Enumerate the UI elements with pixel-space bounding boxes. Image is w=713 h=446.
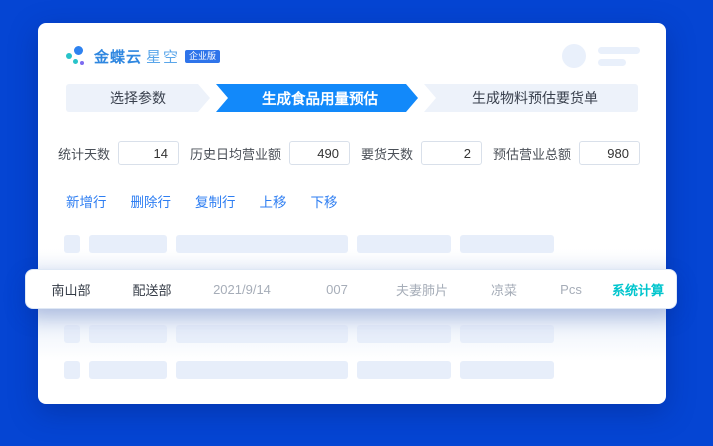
field-est-revenue: 预估营业总额 bbox=[493, 141, 640, 165]
step-label: 选择参数 bbox=[110, 88, 166, 108]
field-stat-days: 统计天数 bbox=[58, 141, 179, 165]
stat-days-label: 统计天数 bbox=[58, 144, 110, 163]
app-card: 金蝶云 星空 企业版 选择参数 生成食品用量预估 生成物料预估要货单 bbox=[38, 23, 666, 404]
delete-row-button[interactable]: 删除行 bbox=[131, 191, 172, 211]
move-up-button[interactable]: 上移 bbox=[260, 191, 287, 211]
placeholder-line bbox=[598, 47, 640, 54]
est-revenue-label: 预估营业总额 bbox=[493, 144, 571, 163]
est-revenue-input[interactable] bbox=[579, 141, 640, 165]
table-row-highlighted[interactable]: 南山部 配送部 2021/9/14 007 夫妻肺片 凉菜 Pcs 系统计算 bbox=[25, 269, 677, 309]
brand-name-primary: 金蝶云 bbox=[94, 46, 142, 67]
avg-revenue-input[interactable] bbox=[289, 141, 350, 165]
copy-row-button[interactable]: 复制行 bbox=[195, 191, 236, 211]
brand-logo: 金蝶云 星空 企业版 bbox=[66, 45, 220, 67]
cell-date: 2021/9/14 bbox=[188, 282, 296, 297]
avatar[interactable] bbox=[562, 44, 586, 68]
step-generate-food-estimate[interactable]: 生成食品用量预估 bbox=[216, 84, 418, 112]
add-row-button[interactable]: 新增行 bbox=[66, 191, 107, 211]
step-label: 生成物料预估要货单 bbox=[472, 88, 598, 108]
table-row-skeleton bbox=[64, 361, 554, 379]
placeholder-line bbox=[598, 59, 626, 66]
order-days-input[interactable] bbox=[421, 141, 482, 165]
field-order-days: 要货天数 bbox=[361, 141, 482, 165]
field-avg-revenue: 历史日均营业额 bbox=[190, 141, 350, 165]
move-down-button[interactable]: 下移 bbox=[311, 191, 338, 211]
header-right bbox=[562, 44, 640, 68]
stat-days-input[interactable] bbox=[118, 141, 179, 165]
brand-name-secondary: 星空 bbox=[146, 46, 180, 67]
step-select-params[interactable]: 选择参数 bbox=[66, 84, 210, 112]
user-info-placeholder bbox=[598, 47, 640, 66]
step-generate-material-order[interactable]: 生成物料预估要货单 bbox=[424, 84, 638, 112]
avg-revenue-label: 历史日均营业额 bbox=[190, 144, 281, 163]
cell-department: 南山部 bbox=[26, 280, 116, 299]
parameter-form: 统计天数 历史日均营业额 要货天数 预估营业总额 bbox=[58, 141, 640, 165]
cell-item: 夫妻肺片 bbox=[378, 280, 466, 299]
edition-badge: 企业版 bbox=[185, 50, 220, 63]
cell-code: 007 bbox=[296, 282, 378, 297]
cell-delivery-dept: 配送部 bbox=[116, 280, 188, 299]
cell-category: 凉菜 bbox=[466, 280, 542, 299]
cell-unit: Pcs bbox=[542, 282, 600, 297]
header: 金蝶云 星空 企业版 bbox=[66, 39, 640, 73]
table-row-skeleton bbox=[64, 325, 554, 343]
cell-calc-mode[interactable]: 系统计算 bbox=[600, 280, 676, 299]
row-toolbar: 新增行 删除行 复制行 上移 下移 bbox=[66, 191, 338, 211]
table-row-skeleton bbox=[64, 235, 554, 253]
backdrop: 金蝶云 星空 企业版 选择参数 生成食品用量预估 生成物料预估要货单 bbox=[0, 0, 713, 446]
order-days-label: 要货天数 bbox=[361, 144, 413, 163]
brand-dots-icon bbox=[66, 45, 86, 67]
wizard-stepper: 选择参数 生成食品用量预估 生成物料预估要货单 bbox=[66, 84, 638, 112]
step-label: 生成食品用量预估 bbox=[262, 88, 378, 109]
